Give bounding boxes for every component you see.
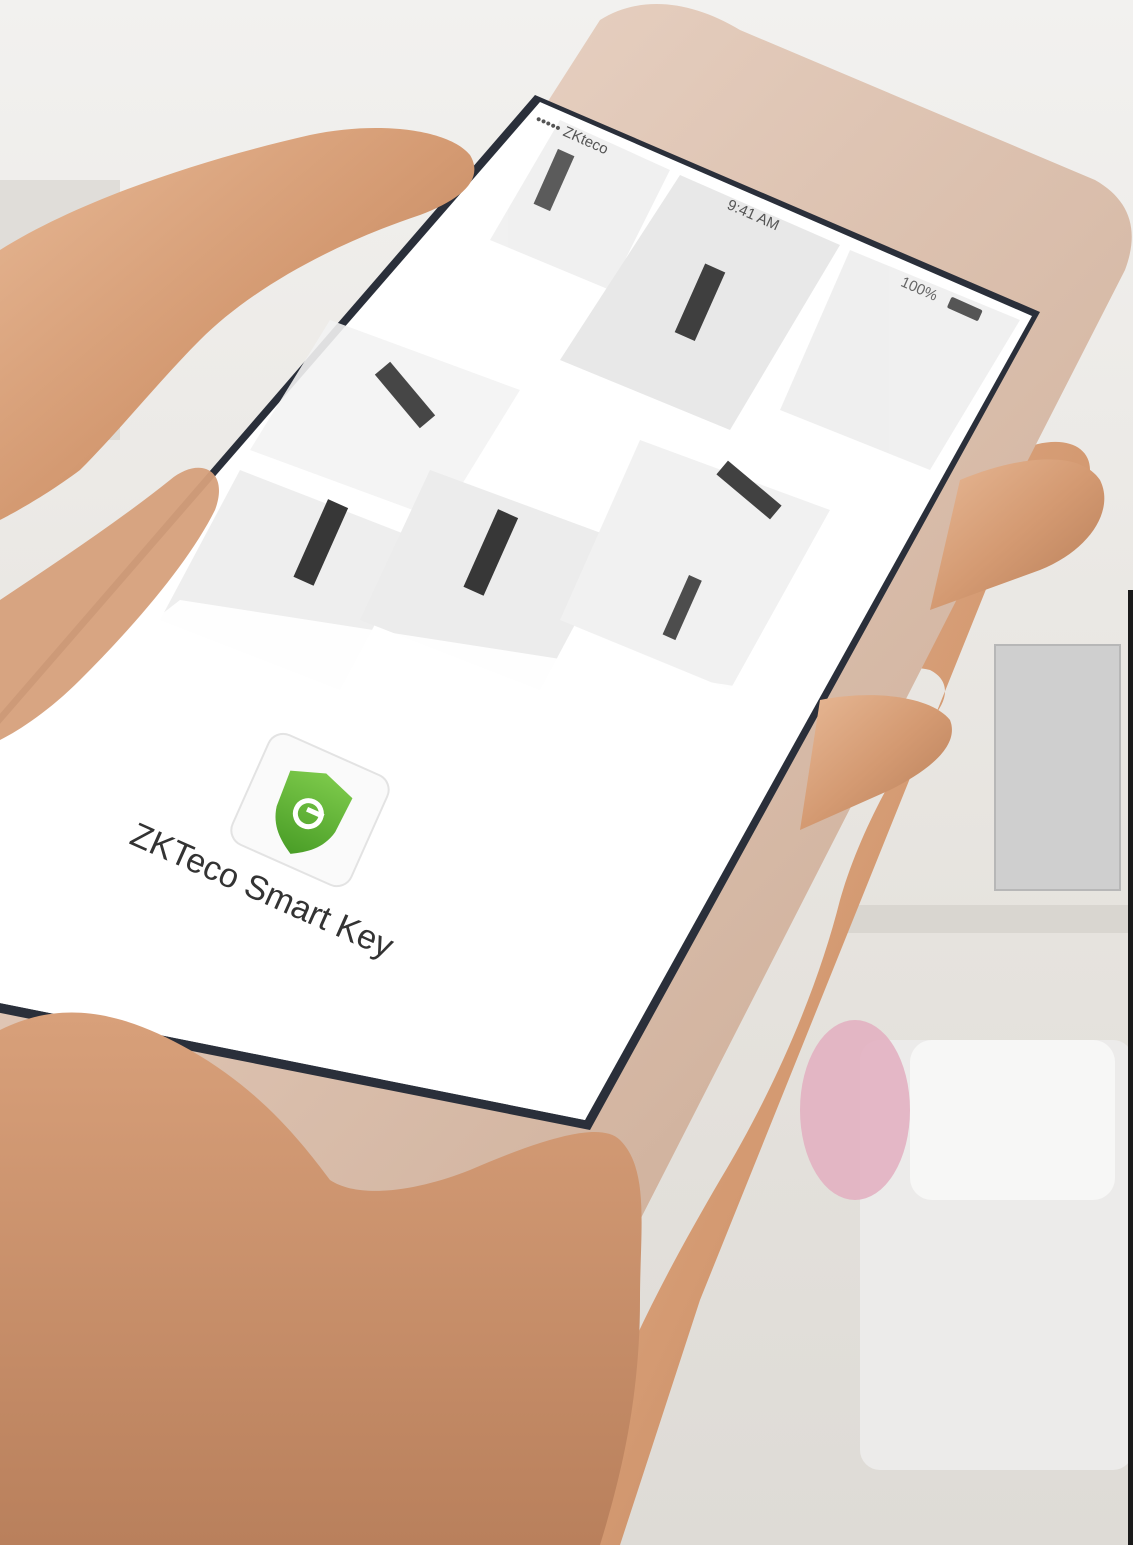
shelf: [840, 905, 1130, 933]
pink-pillow: [800, 1020, 910, 1200]
right-dark-frame: [1128, 590, 1133, 1545]
scene-svg: ••••• ZKteco 9:41 AM 100% ZKTeco Smart K…: [0, 0, 1133, 1545]
sofa-cushion: [910, 1040, 1115, 1200]
wall-tv: [994, 644, 1121, 891]
photo-scene: ••••• ZKteco 9:41 AM 100% ZKTeco Smart K…: [0, 0, 1133, 1545]
